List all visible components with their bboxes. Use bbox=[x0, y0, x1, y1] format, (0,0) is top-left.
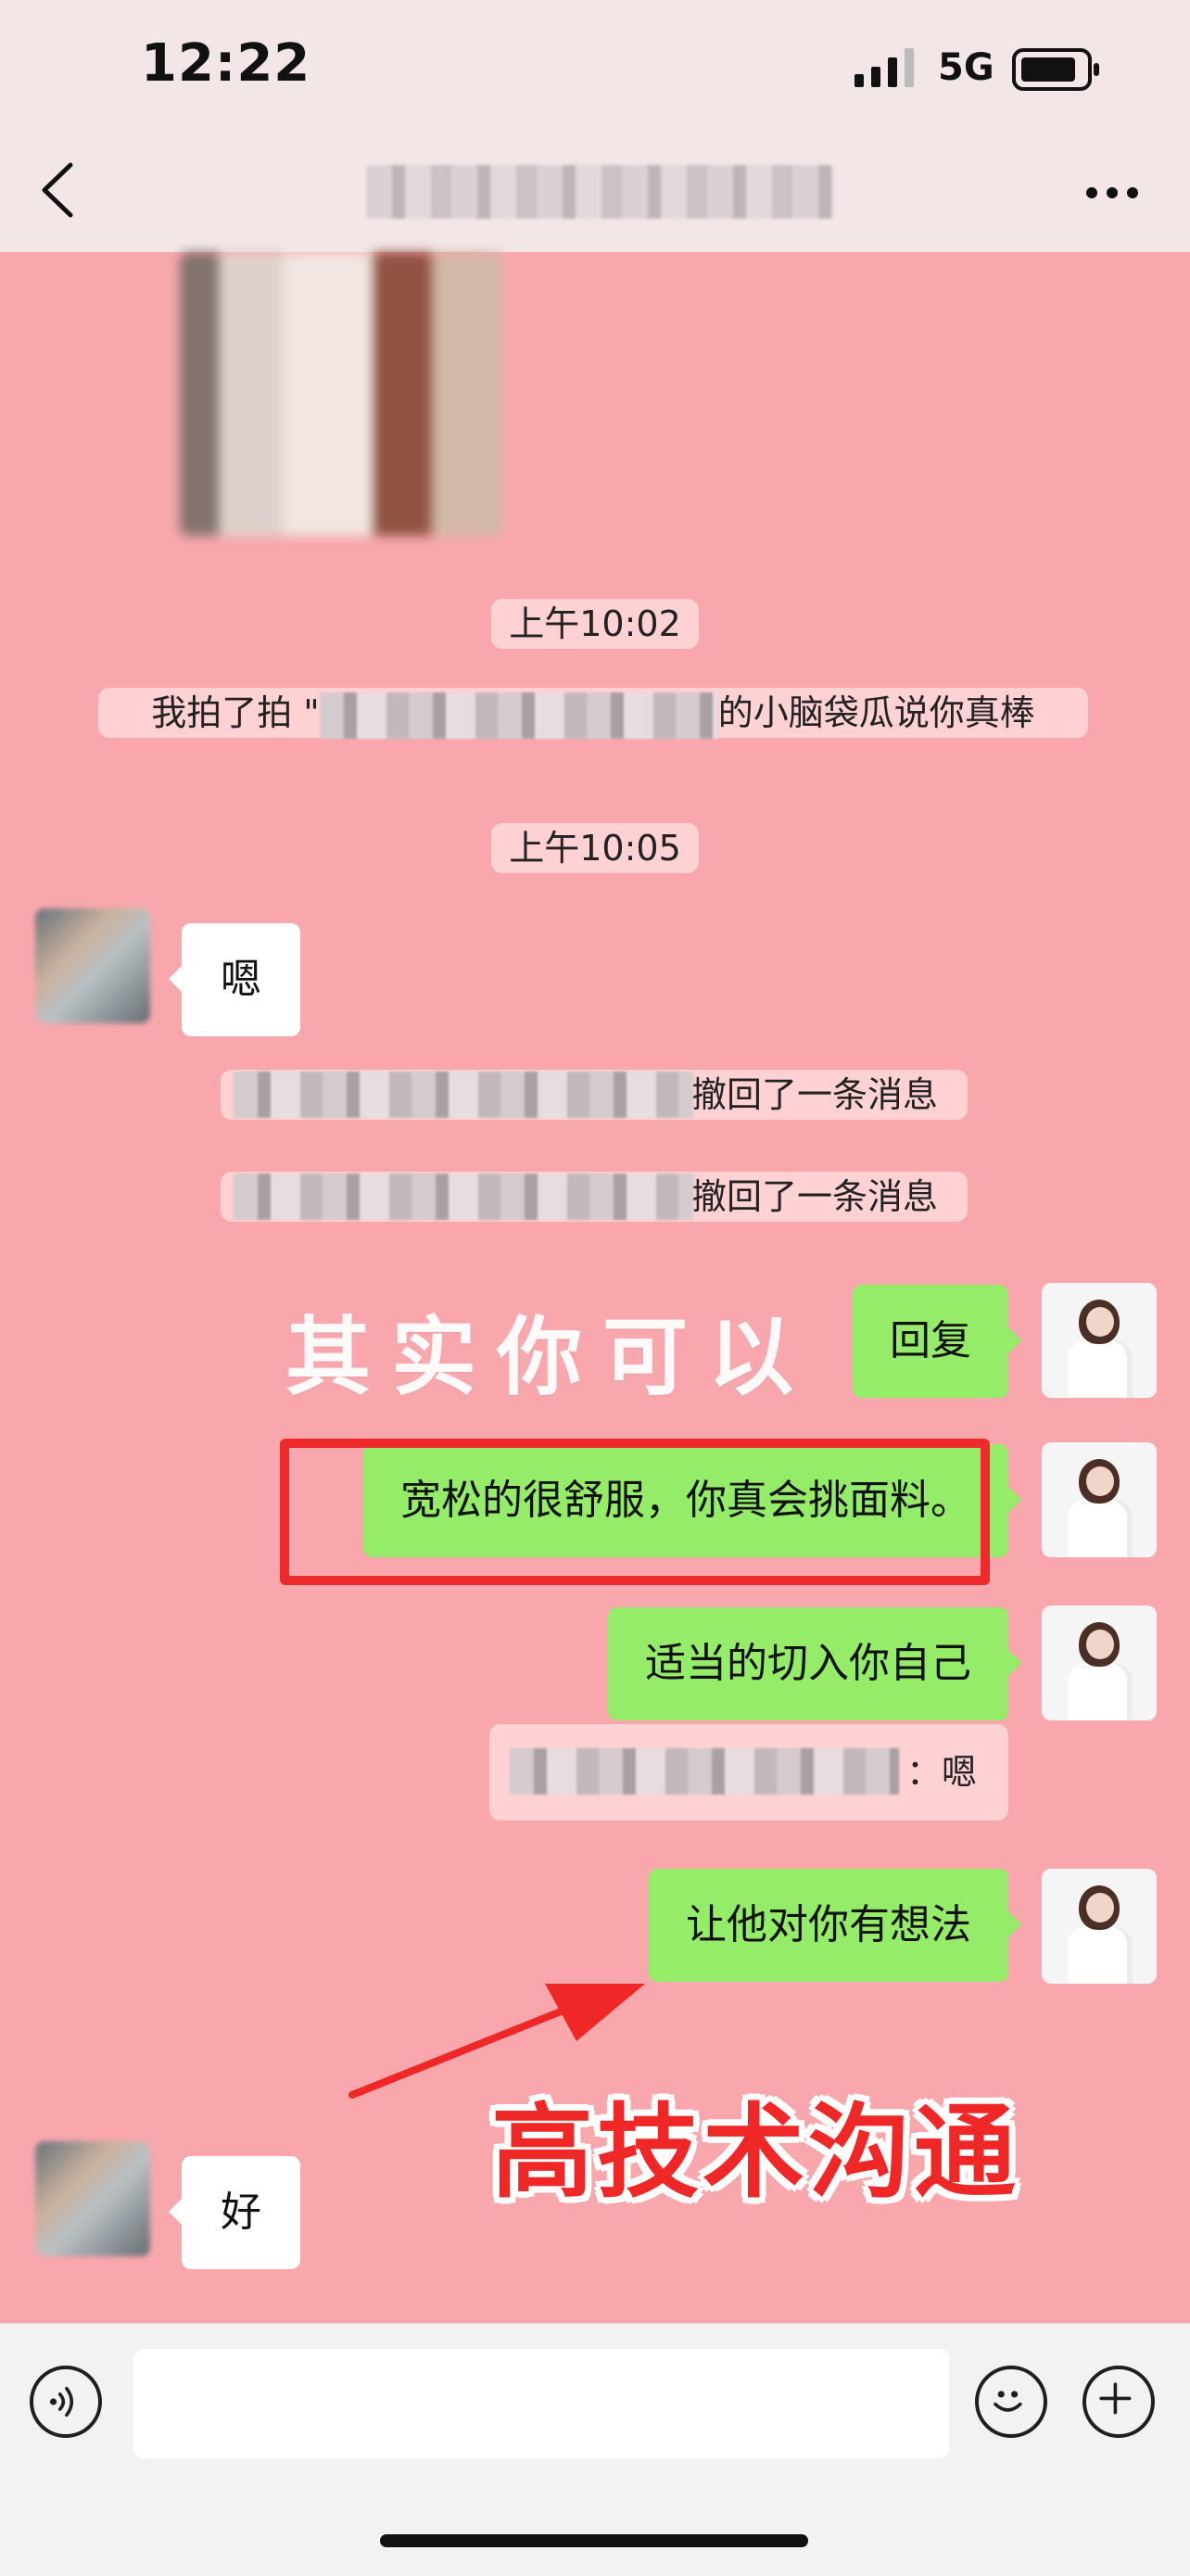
plus-icon[interactable] bbox=[1082, 2366, 1155, 2438]
message-input[interactable] bbox=[133, 2349, 949, 2458]
emoji-icon[interactable] bbox=[975, 2366, 1047, 2438]
more-dots-icon[interactable] bbox=[1084, 185, 1140, 200]
back-chevron-icon[interactable] bbox=[37, 159, 78, 221]
sent-message[interactable]: 回复 bbox=[853, 1285, 1021, 1398]
network-label: 5G bbox=[938, 46, 994, 89]
sent-message[interactable]: 适当的切入你自己 bbox=[608, 1607, 1021, 1720]
blurred-name bbox=[319, 692, 718, 739]
quote-reply: ：嗯 bbox=[489, 1724, 1008, 1821]
my-avatar[interactable] bbox=[1042, 1869, 1157, 1984]
sent-message[interactable]: 让他对你有想法 bbox=[649, 1869, 1021, 1982]
received-message[interactable]: 好 bbox=[169, 2156, 300, 2269]
pat-suffix: 的小脑袋瓜说你真棒 bbox=[717, 692, 1035, 733]
timestamp: 上午10:05 bbox=[491, 823, 699, 873]
status-time: 12:22 bbox=[141, 33, 311, 94]
blurred-photo-message[interactable] bbox=[180, 252, 502, 536]
quote-text: ：嗯 bbox=[905, 1752, 977, 1793]
recall-text: 撤回了一条消息 bbox=[690, 1074, 938, 1115]
signal-icon bbox=[855, 48, 914, 87]
pat-prefix: 我拍了拍 " bbox=[151, 692, 320, 733]
contact-avatar[interactable] bbox=[35, 908, 150, 1023]
overlay-headline: 其实你可以 bbox=[285, 1307, 815, 1407]
overlay-callout: 高技术沟通 bbox=[491, 2093, 1019, 2212]
received-message[interactable]: 嗯 bbox=[169, 923, 300, 1036]
recall-notice: 撤回了一条消息 bbox=[221, 1172, 968, 1222]
recall-text: 撤回了一条消息 bbox=[690, 1176, 938, 1217]
contact-avatar[interactable] bbox=[35, 2141, 150, 2256]
my-avatar[interactable] bbox=[1042, 1442, 1157, 1557]
recall-notice: 撤回了一条消息 bbox=[221, 1070, 968, 1120]
chat-title bbox=[366, 165, 834, 219]
voice-icon[interactable] bbox=[30, 2366, 102, 2438]
blurred-name bbox=[234, 1174, 693, 1220]
home-indicator bbox=[380, 2534, 808, 2547]
battery-icon bbox=[1012, 48, 1099, 91]
pat-notice: 我拍了拍 " 的小脑袋瓜说你真棒 bbox=[98, 688, 1088, 739]
my-avatar[interactable] bbox=[1042, 1283, 1157, 1398]
timestamp: 上午10:02 bbox=[491, 599, 699, 649]
my-avatar[interactable] bbox=[1042, 1605, 1157, 1720]
blurred-name bbox=[510, 1748, 899, 1795]
highlight-box bbox=[280, 1439, 990, 1585]
blurred-name bbox=[234, 1072, 693, 1118]
